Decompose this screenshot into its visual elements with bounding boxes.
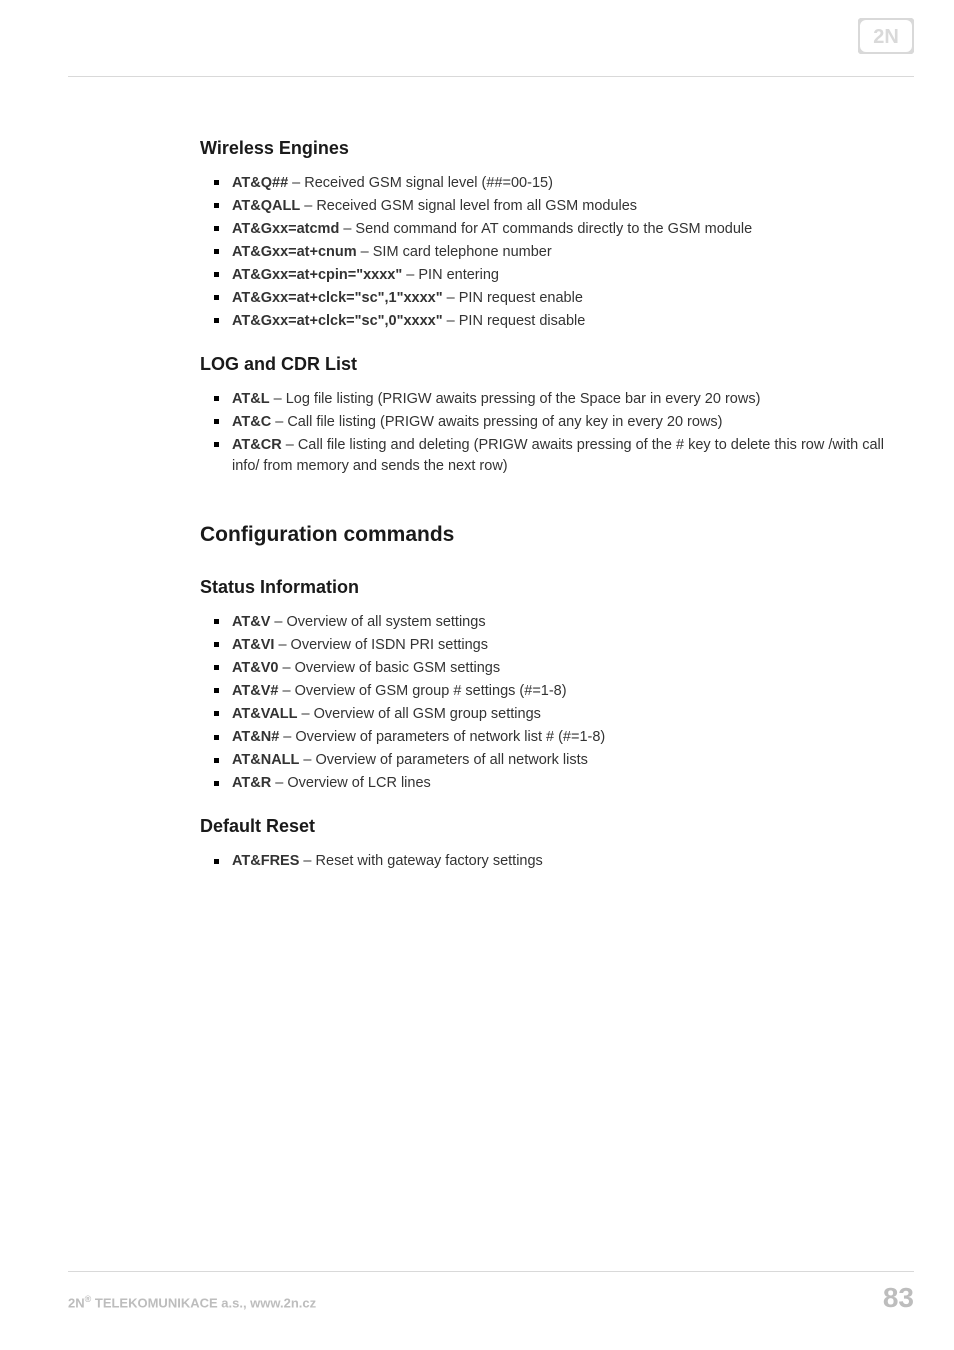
list-item: AT&V# – Overview of GSM group # settings… [232, 681, 884, 702]
command-desc: – SIM card telephone number [357, 244, 552, 260]
command-code: AT&Gxx=atcmd [232, 221, 339, 237]
command-code: AT&V0 [232, 660, 278, 676]
list-item: AT&NALL – Overview of parameters of all … [232, 750, 884, 771]
footer: 2N® TELEKOMUNIKACE a.s., www.2n.cz 83 [68, 1271, 914, 1314]
list-item: AT&Gxx=at+clck="sc",1"xxxx" – PIN reques… [232, 288, 884, 309]
command-code: AT&V [232, 614, 270, 630]
heading-default-reset: Default Reset [200, 816, 884, 837]
list-default-reset: AT&FRES – Reset with gateway factory set… [200, 851, 884, 872]
2n-logo-icon: 2N [858, 18, 914, 54]
command-desc: – Reset with gateway factory settings [299, 853, 542, 869]
command-desc: – Overview of GSM group # settings (#=1-… [278, 683, 566, 699]
command-code: AT&NALL [232, 752, 299, 768]
list-item: AT&Gxx=at+clck="sc",0"xxxx" – PIN reques… [232, 311, 884, 332]
command-desc: – Overview of all system settings [270, 614, 485, 630]
list-item: AT&Gxx=atcmd – Send command for AT comma… [232, 219, 884, 240]
list-item: AT&CR – Call file listing and deleting (… [232, 435, 884, 477]
command-code: AT&QALL [232, 198, 300, 214]
footer-company: 2N® TELEKOMUNIKACE a.s., www.2n.cz [68, 1294, 316, 1310]
command-code: AT&Gxx=at+cnum [232, 244, 357, 260]
list-status-information: AT&V – Overview of all system settings A… [200, 612, 884, 794]
command-desc: – Received GSM signal level (##=00-15) [288, 175, 553, 191]
command-desc: – Overview of LCR lines [271, 775, 431, 791]
list-item: AT&VI – Overview of ISDN PRI settings [232, 635, 884, 656]
header-divider [68, 76, 914, 77]
command-code: AT&Q## [232, 175, 288, 191]
command-code: AT&CR [232, 437, 282, 453]
command-desc: – Overview of basic GSM settings [278, 660, 500, 676]
list-item: AT&L – Log file listing (PRIGW awaits pr… [232, 389, 884, 410]
command-desc: – PIN request enable [443, 290, 583, 306]
command-code: AT&N# [232, 729, 279, 745]
command-desc: – Received GSM signal level from all GSM… [300, 198, 637, 214]
command-desc: – PIN entering [402, 267, 499, 283]
list-item: AT&N# – Overview of parameters of networ… [232, 727, 884, 748]
heading-log-cdr: LOG and CDR List [200, 354, 884, 375]
page-content: Wireless Engines AT&Q## – Received GSM s… [200, 128, 884, 894]
command-code: AT&VALL [232, 706, 298, 722]
command-desc: – Call file listing (PRIGW awaits pressi… [271, 414, 722, 430]
list-item: AT&V – Overview of all system settings [232, 612, 884, 633]
command-desc: – Log file listing (PRIGW awaits pressin… [270, 391, 761, 407]
list-wireless-engines: AT&Q## – Received GSM signal level (##=0… [200, 173, 884, 332]
command-desc: – Overview of ISDN PRI settings [274, 637, 488, 653]
svg-text:2N: 2N [873, 26, 899, 48]
list-item: AT&C – Call file listing (PRIGW awaits p… [232, 412, 884, 433]
command-desc: – PIN request disable [443, 313, 586, 329]
list-item: AT&Gxx=at+cpin="xxxx" – PIN entering [232, 265, 884, 286]
brand-logo: 2N [858, 18, 914, 54]
footer-row: 2N® TELEKOMUNIKACE a.s., www.2n.cz 83 [68, 1282, 914, 1314]
command-code: AT&Gxx=at+clck="sc",0"xxxx" [232, 313, 443, 329]
footer-divider [68, 1271, 914, 1272]
page: 2N Wireless Engines AT&Q## – Received GS… [0, 0, 954, 1350]
command-desc: – Overview of parameters of network list… [279, 729, 605, 745]
header: 2N [0, 0, 954, 76]
list-item: AT&FRES – Reset with gateway factory set… [232, 851, 884, 872]
list-item: AT&Gxx=at+cnum – SIM card telephone numb… [232, 242, 884, 263]
footer-company-prefix: 2N [68, 1295, 85, 1310]
command-code: AT&V# [232, 683, 278, 699]
command-code: AT&VI [232, 637, 274, 653]
command-code: AT&L [232, 391, 270, 407]
command-code: AT&Gxx=at+cpin="xxxx" [232, 267, 402, 283]
heading-status-information: Status Information [200, 577, 884, 598]
command-desc: – Overview of all GSM group settings [298, 706, 541, 722]
command-code: AT&Gxx=at+clck="sc",1"xxxx" [232, 290, 443, 306]
command-desc: – Overview of parameters of all network … [299, 752, 588, 768]
command-code: AT&FRES [232, 853, 299, 869]
command-code: AT&C [232, 414, 271, 430]
command-desc: – Call file listing and deleting (PRIGW … [232, 437, 884, 474]
list-item: AT&V0 – Overview of basic GSM settings [232, 658, 884, 679]
heading-configuration-commands: Configuration commands [200, 523, 884, 547]
list-item: AT&QALL – Received GSM signal level from… [232, 196, 884, 217]
footer-company-rest: TELEKOMUNIKACE a.s., www.2n.cz [91, 1295, 316, 1310]
list-log-cdr: AT&L – Log file listing (PRIGW awaits pr… [200, 389, 884, 477]
page-number: 83 [883, 1282, 914, 1314]
list-item: AT&R – Overview of LCR lines [232, 773, 884, 794]
heading-wireless-engines: Wireless Engines [200, 138, 884, 159]
list-item: AT&Q## – Received GSM signal level (##=0… [232, 173, 884, 194]
command-code: AT&R [232, 775, 271, 791]
command-desc: – Send command for AT commands directly … [339, 221, 752, 237]
list-item: AT&VALL – Overview of all GSM group sett… [232, 704, 884, 725]
